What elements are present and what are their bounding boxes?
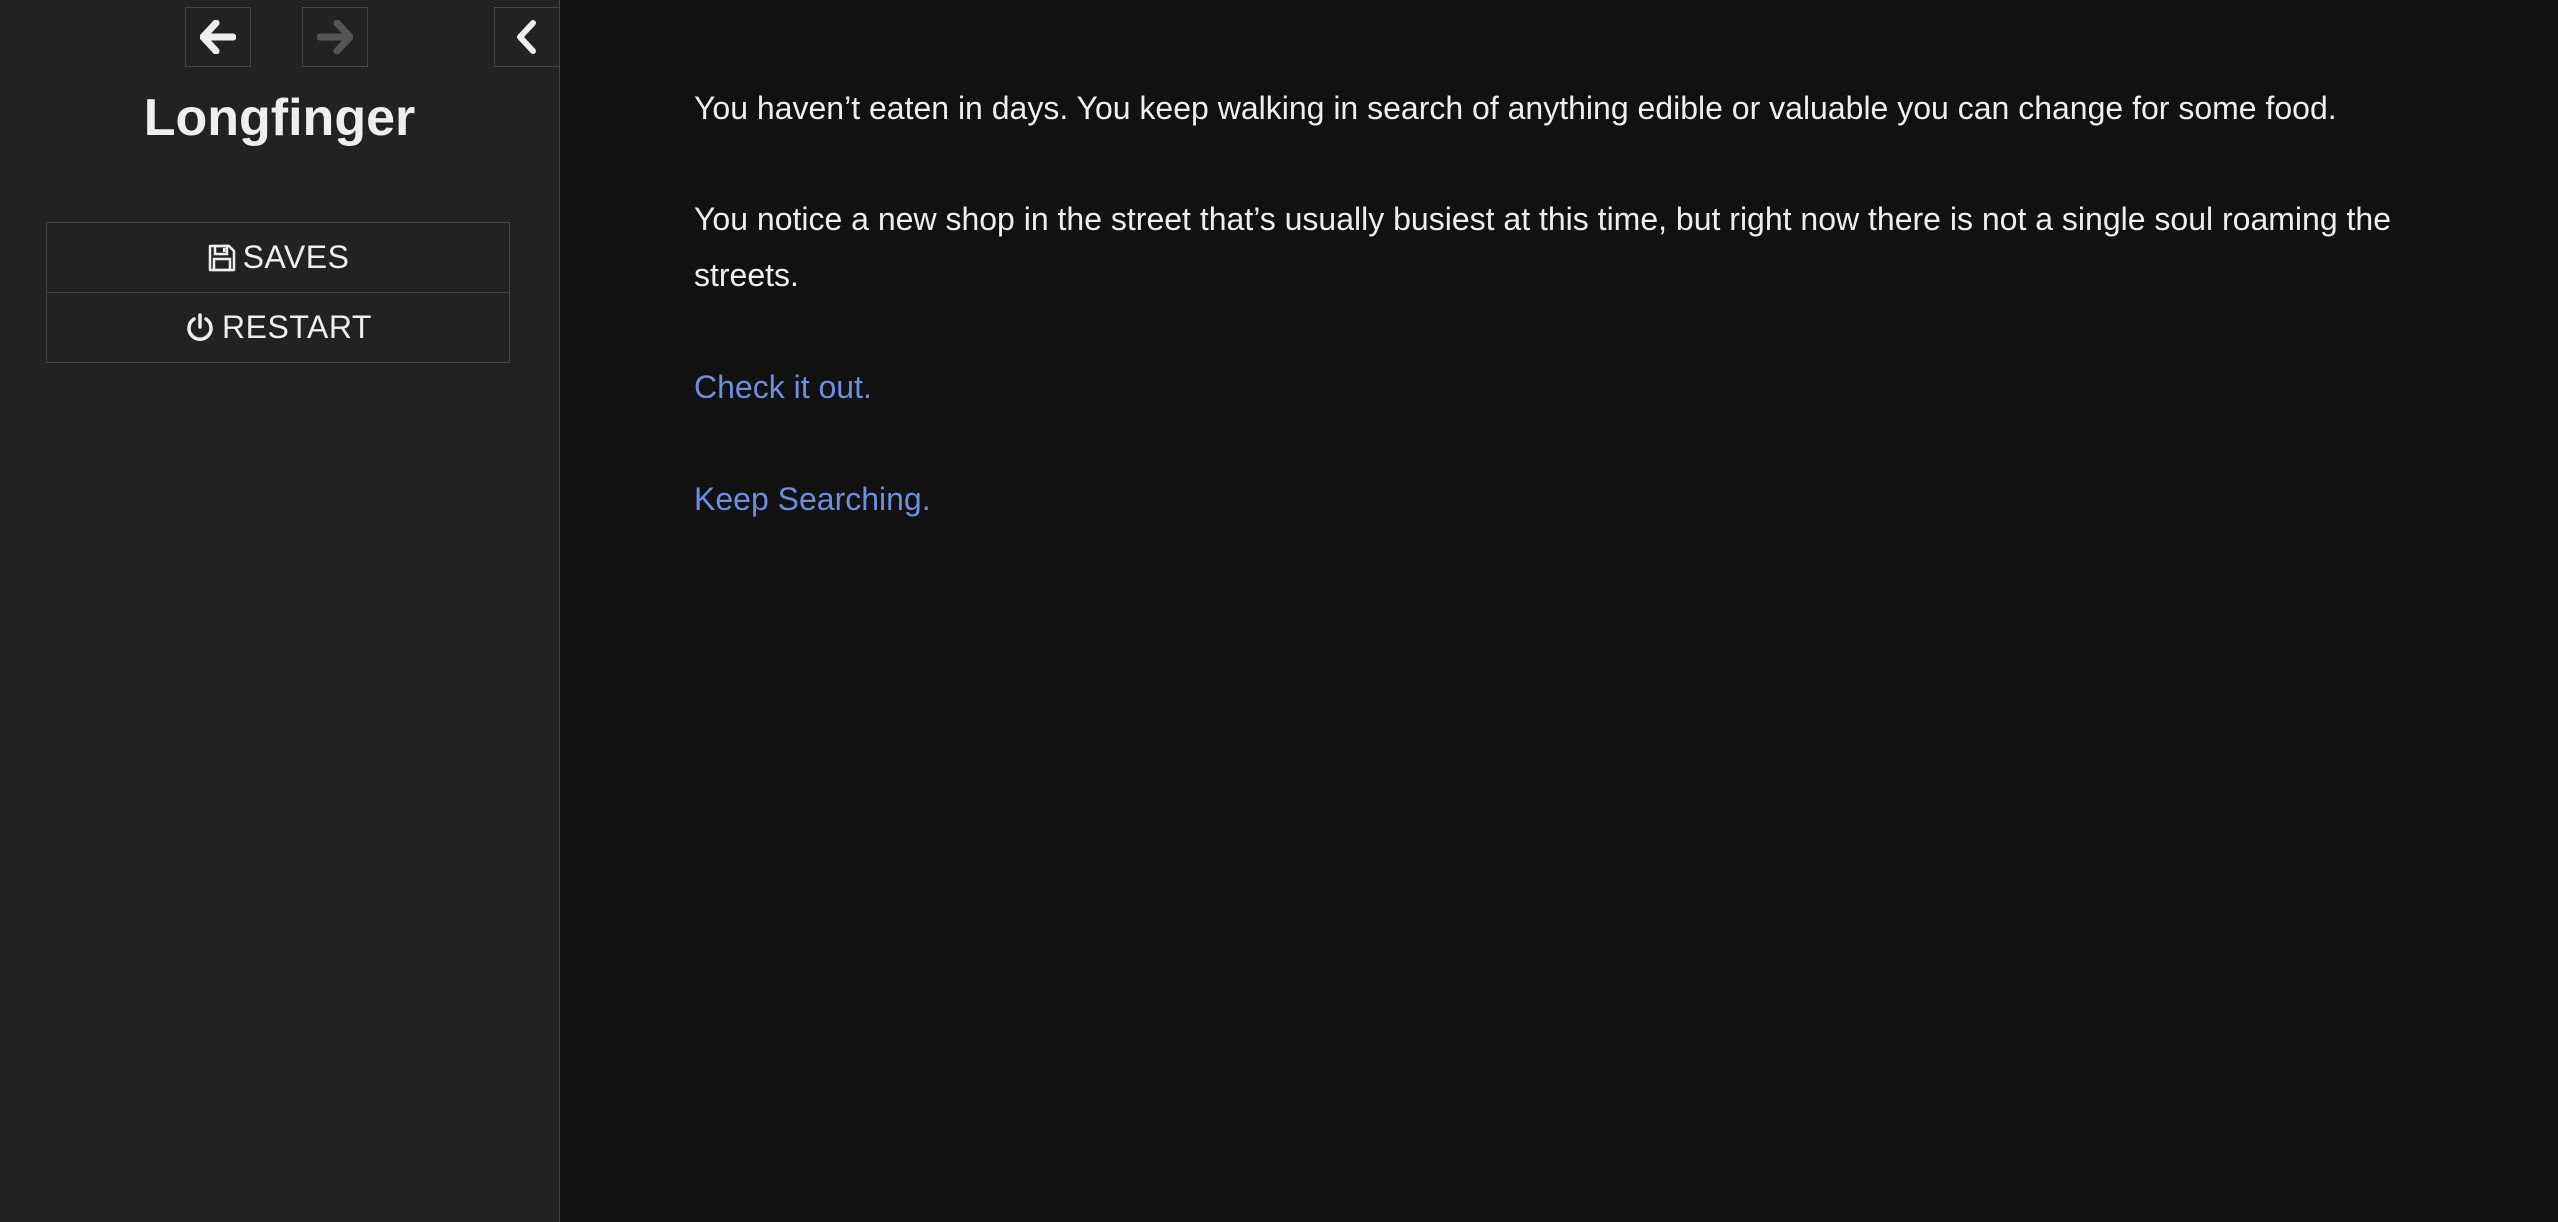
floppy-disk-icon [207,243,237,273]
restart-button[interactable]: RESTART [47,292,509,362]
sidebar-menu: SAVES RESTART [46,222,510,363]
passage-paragraph: You notice a new shop in the street that… [694,201,2391,293]
saves-label: SAVES [242,239,350,275]
arrow-left-icon [200,20,236,54]
sidebar-toggle-button[interactable] [494,7,560,67]
restart-label: RESTART [222,309,372,345]
power-icon [184,312,216,344]
sidebar: Longfinger SAVES RESTART [0,0,560,1222]
history-back-button[interactable] [185,7,251,67]
choice-check-it-out[interactable]: Check it out. [694,359,872,415]
saves-button[interactable]: SAVES [47,223,509,292]
chevron-left-icon [517,20,536,54]
story-title: Longfinger [143,89,416,147]
history-forward-button[interactable] [302,7,368,67]
choice-keep-searching[interactable]: Keep Searching. [694,471,931,527]
passage-paragraph: You haven’t eaten in days. You keep walk… [694,90,2337,126]
arrow-right-icon [317,20,353,54]
